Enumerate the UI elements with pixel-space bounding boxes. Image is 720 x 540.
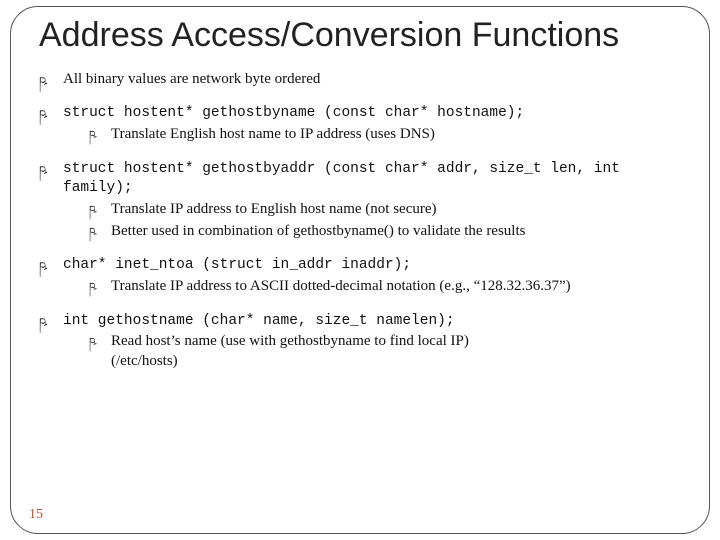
sub-item: ཥ Better used in combination of gethostby… [63,222,691,242]
bullet-icon: ཥ [89,225,95,241]
bullet-icon: ཥ [39,163,46,180]
sub-item: ཥ Read host’s name (use with gethostbynam… [63,332,691,352]
list-item: ཥ int gethostname (char* name, size_t nam… [39,311,691,372]
sub-item: ཥ Translate IP address to ASCII dotted-de… [63,277,691,297]
item-text: int gethostname (char* name, size_t name… [63,313,455,329]
list-item: ཥ All binary values are network byte orde… [39,70,691,90]
slide-title: Address Access/Conversion Functions [39,17,691,54]
slide-content: ཥ All binary values are network byte orde… [39,70,691,372]
bullet-icon: ཥ [89,335,95,351]
sub-item: ཥ Translate IP address to English host na… [63,200,691,220]
item-text: struct hostent* gethostbyname (const cha… [63,105,524,121]
sub-item-text: Translate English host name to IP addres… [111,126,435,142]
sub-item-text: Read host’s name (use with gethostbyname… [111,333,469,349]
list-item: ཥ struct hostent* gethostbyname (const ch… [39,103,691,144]
item-text: struct hostent* gethostbyaddr (const cha… [63,161,620,197]
list-item: ཥ struct hostent* gethostbyaddr (const ch… [39,159,691,242]
bullet-icon: ཥ [39,107,46,124]
sub-item-text: Better used in combination of gethostbyn… [111,223,525,239]
bullet-icon: ཥ [89,203,95,219]
bullet-icon: ཥ [39,259,46,276]
sub-item: ཥ Translate English host name to IP addre… [63,125,691,145]
bullet-icon: ཥ [39,74,46,91]
bullet-icon: ཥ [89,280,95,296]
bullet-icon: ཥ [89,128,95,144]
item-text: All binary values are network byte order… [63,71,320,87]
page-number: 15 [29,507,43,523]
sub-item-text: Translate IP address to English host nam… [111,201,437,217]
trailing-text: (/etc/hosts) [63,352,691,372]
bullet-icon: ཥ [39,315,46,332]
list-item: ཥ char* inet_ntoa (struct in_addr inaddr)… [39,255,691,296]
item-text: char* inet_ntoa (struct in_addr inaddr); [63,257,411,273]
slide-frame: Address Access/Conversion Functions ཥ All… [10,6,710,534]
sub-item-text: Translate IP address to ASCII dotted-dec… [111,278,571,294]
